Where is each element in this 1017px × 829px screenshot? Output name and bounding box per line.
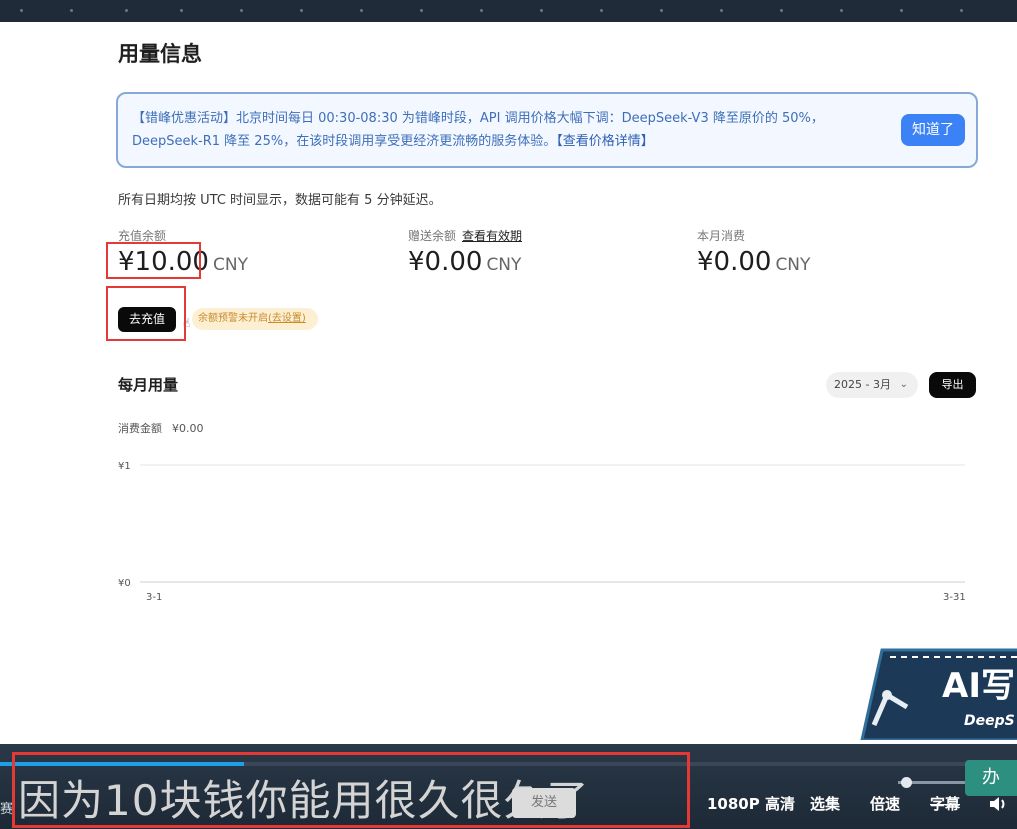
offpeak-notice: 【错峰优惠活动】北京时间每日 00:30-08:30 为错峰时段，API 调用价… [116, 92, 978, 168]
stat-label: 本月消费 [697, 229, 746, 243]
usage-page: 用量信息 【错峰优惠活动】北京时间每日 00:30-08:30 为错峰时段，AP… [0, 22, 1017, 744]
ai-robot-badge-icon: AI写 DeepS [860, 648, 1017, 742]
stat-amount: ¥10.00 [118, 247, 209, 277]
recharge-button[interactable]: 去充值 [118, 307, 176, 332]
usage-chart: ¥0 ¥1 3-1 3-31 [118, 461, 966, 603]
month-select[interactable]: 2025 - 3月 ⌄ [826, 372, 918, 398]
price-details-link[interactable]: 【查看价格详情】 [556, 134, 654, 149]
chevron-down-icon: ⌄ [899, 379, 908, 390]
stat-label: 充值余额 [118, 229, 167, 243]
ai-overlay-badge: AI写 DeepS [852, 645, 1017, 742]
notice-text: 【错峰优惠活动】北京时间每日 00:30-08:30 为错峰时段，API 调用价… [132, 107, 882, 153]
badge-subtitle: DeepS [964, 713, 1015, 729]
stat-currency: CNY [212, 255, 248, 275]
x-tick-label: 3-31 [943, 592, 966, 603]
stat-amount: ¥0.00 [408, 247, 483, 277]
stat-topup-balance: 充值余额 ¥10.00 CNY [118, 227, 248, 277]
video-player-bar: 赛 因为10块钱你能用很久很久了 发送 1080P 高清 选集 倍速 字幕 [0, 744, 1017, 829]
volume-knob[interactable] [901, 777, 913, 788]
progress-bar[interactable] [0, 762, 1017, 766]
progress-fill [0, 762, 245, 766]
page-title: 用量信息 [118, 42, 202, 66]
speed-button[interactable]: 倍速 [870, 793, 900, 814]
balance-alert-pill: 余额预警未开启(去设置) [192, 308, 318, 330]
quality-button[interactable]: 1080P 高清 [707, 793, 795, 814]
notice-message: 【错峰优惠活动】北京时间每日 00:30-08:30 为错峰时段，API 调用价… [132, 111, 824, 149]
side-action-button[interactable]: 办 [965, 760, 1017, 796]
volume-icon[interactable] [988, 794, 1008, 814]
export-button[interactable]: 导出 [929, 372, 976, 398]
stat-monthly-spend: 本月消费 ¥0.00 CNY [697, 227, 810, 277]
stat-label: 赠送余额 [408, 229, 457, 243]
spent-label: 消费金额 [118, 422, 162, 435]
stat-currency: CNY [775, 255, 811, 275]
stat-currency: CNY [486, 255, 522, 275]
cut-off-label: 赛 [0, 802, 14, 817]
caption-button[interactable]: 字幕 [930, 793, 960, 814]
monthly-usage-title: 每月用量 [118, 376, 179, 394]
send-button[interactable]: 发送 [512, 788, 576, 818]
y-tick-label: ¥0 [118, 578, 131, 589]
stat-gift-balance: 赠送余额 查看有效期 ¥0.00 CNY [408, 227, 522, 277]
y-tick-label: ¥1 [118, 461, 131, 472]
episodes-button[interactable]: 选集 [810, 793, 840, 814]
alert-text: 余额预警未开启 [198, 313, 268, 324]
top-backdrop [0, 0, 1017, 22]
stat-amount: ¥0.00 [697, 247, 772, 277]
x-tick-label: 3-1 [146, 592, 162, 603]
subtitle-text: 因为10块钱你能用很久很久了 [18, 776, 590, 825]
badge-title: AI写 [942, 666, 1015, 706]
spent-summary: 消费金额 ¥0.00 [118, 420, 204, 436]
spent-value: ¥0.00 [172, 422, 204, 435]
month-select-value: 2025 - 3月 [834, 378, 891, 391]
dismiss-notice-button[interactable]: 知道了 [901, 114, 965, 146]
alert-settings-link[interactable]: (去设置) [268, 313, 306, 324]
utc-hint: 所有日期均按 UTC 时间显示，数据可能有 5 分钟延迟。 [118, 193, 442, 208]
view-expiry-link[interactable]: 查看有效期 [462, 229, 522, 243]
